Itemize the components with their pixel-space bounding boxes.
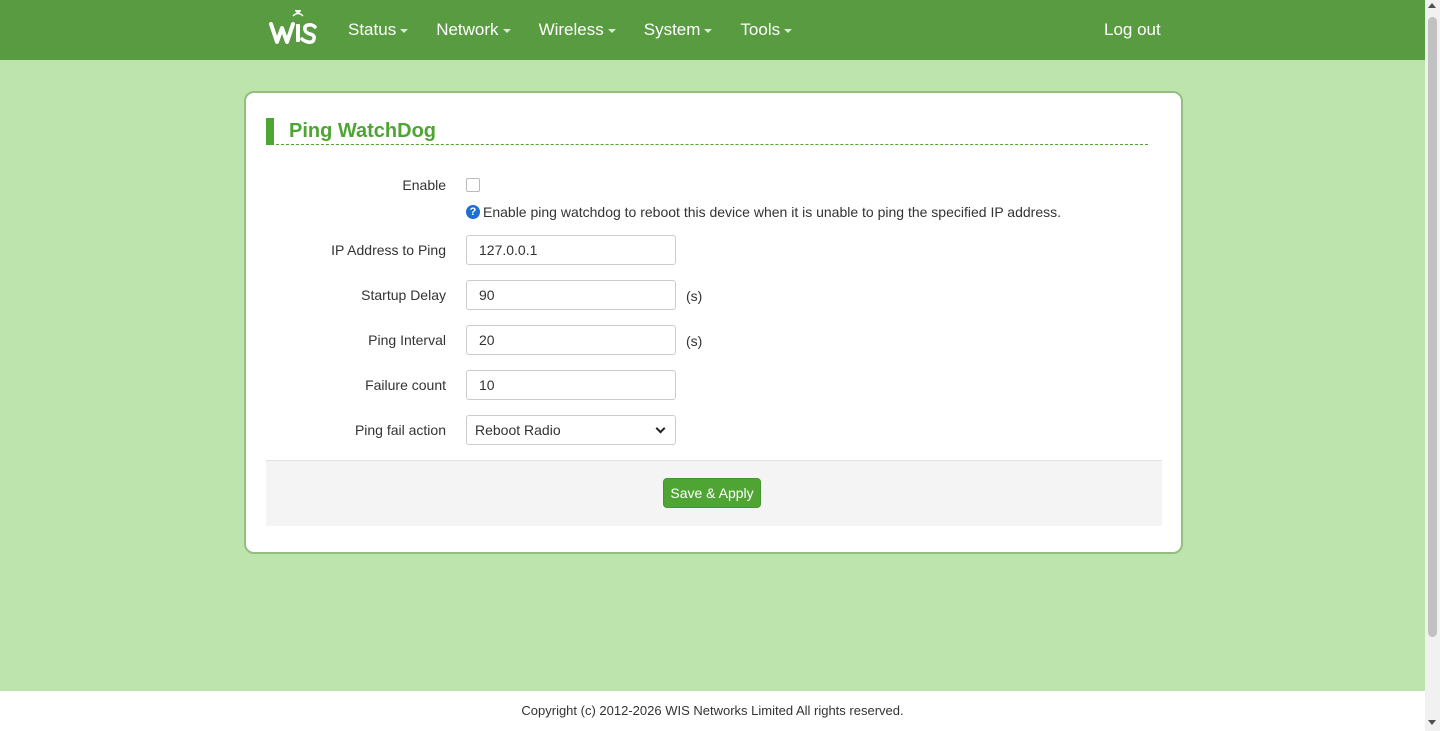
- nav-system[interactable]: System: [630, 0, 727, 60]
- nav-tools[interactable]: Tools: [726, 0, 806, 60]
- enable-label: Enable: [402, 177, 446, 193]
- nav-wireless[interactable]: Wireless: [525, 0, 630, 60]
- scrollbar-thumb[interactable]: [1428, 17, 1437, 637]
- page: Status Network Wireless System Tools Log…: [0, 0, 1425, 731]
- chevron-down-icon: [655, 423, 666, 433]
- startup-delay-unit: (s): [686, 288, 703, 304]
- caret-down-icon: [704, 29, 713, 33]
- wis-logo-icon[interactable]: [268, 10, 320, 46]
- ping-interval-unit: (s): [686, 333, 703, 349]
- ping-watchdog-card: Ping WatchDog Enable ? Enable ping watch…: [244, 91, 1183, 554]
- title-divider: [276, 144, 1148, 145]
- startup-delay-input[interactable]: [466, 280, 676, 310]
- caret-down-icon: [502, 29, 511, 33]
- ping-interval-label: Ping Interval: [368, 332, 446, 348]
- ip-address-input[interactable]: [466, 235, 676, 265]
- copyright-text: Copyright (c) 2012-2026 WIS Networks Lim…: [521, 703, 904, 718]
- page-scrollbar[interactable]: [1425, 0, 1440, 731]
- ping-interval-input[interactable]: [466, 325, 676, 355]
- enable-checkbox[interactable]: [466, 178, 480, 192]
- caret-down-icon: [400, 29, 409, 33]
- save-apply-button[interactable]: Save & Apply: [663, 478, 761, 508]
- main-nav: Status Network Wireless System Tools: [334, 0, 806, 60]
- logout-link[interactable]: Log out: [1104, 0, 1161, 60]
- fail-action-select[interactable]: Reboot Radio: [466, 415, 676, 445]
- fail-action-label: Ping fail action: [354, 422, 446, 438]
- startup-delay-label: Startup Delay: [361, 287, 446, 303]
- question-icon: ?: [466, 205, 480, 219]
- enable-help-text: Enable ping watchdog to reboot this devi…: [483, 204, 1062, 220]
- enable-help: ? Enable ping watchdog to reboot this de…: [466, 204, 1061, 220]
- title-accent-bar: [266, 118, 274, 145]
- caret-down-icon: [607, 29, 616, 33]
- failure-count-label: Failure count: [365, 377, 446, 393]
- ip-label: IP Address to Ping: [331, 242, 446, 258]
- form-actions: Save & Apply: [266, 460, 1162, 526]
- scroll-up-icon[interactable]: [1428, 3, 1436, 8]
- nav-network[interactable]: Network: [422, 0, 524, 60]
- failure-count-input[interactable]: [466, 370, 676, 400]
- caret-down-icon: [784, 29, 793, 33]
- page-title: Ping WatchDog: [289, 120, 437, 142]
- top-navbar: Status Network Wireless System Tools Log…: [0, 0, 1425, 60]
- nav-status[interactable]: Status: [334, 0, 422, 60]
- fail-action-value: Reboot Radio: [475, 422, 561, 438]
- scroll-down-icon[interactable]: [1428, 720, 1436, 725]
